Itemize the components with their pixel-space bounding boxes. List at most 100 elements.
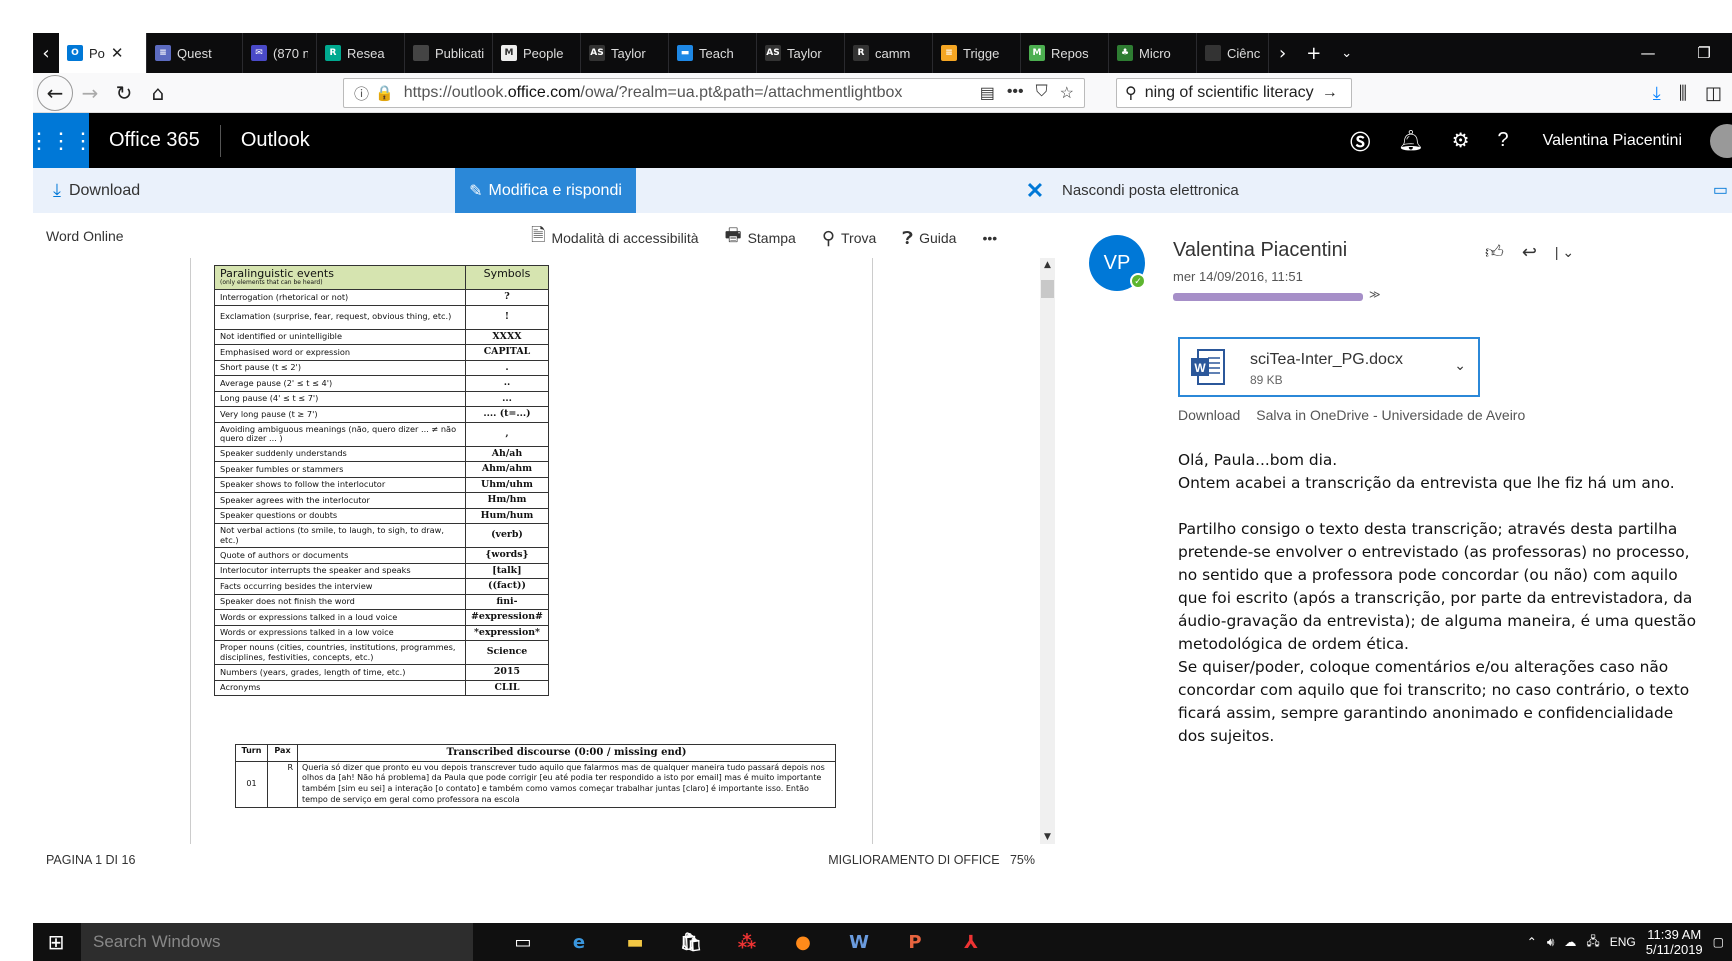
accessibility-mode-button[interactable]: 🗎 Modalità di accessibilità bbox=[531, 223, 699, 253]
reader-view-icon[interactable]: ▤ bbox=[980, 83, 995, 103]
attachment-card[interactable]: W sciTea-Inter_PG.docx 89 KB ⌄ bbox=[1178, 337, 1480, 397]
all-tabs-dropdown[interactable]: ⌄ bbox=[1331, 33, 1362, 73]
forward-button[interactable]: → bbox=[73, 76, 107, 110]
attachment-download-link[interactable]: Download bbox=[1178, 407, 1240, 423]
document-scrollbar[interactable]: ▲ ▼ bbox=[1040, 258, 1055, 844]
tab-2[interactable]: ✉ (870 n bbox=[243, 33, 317, 73]
find-button[interactable]: ⚲ Trova bbox=[822, 228, 876, 249]
url-bar[interactable]: ⓘ 🔒 https://outlook.office.com/owa/?real… bbox=[343, 78, 1085, 108]
home-button[interactable]: ⌂ bbox=[141, 76, 175, 110]
tab-scroll-right-button[interactable]: › bbox=[1269, 33, 1296, 73]
zoom-level[interactable]: 75% bbox=[1010, 853, 1035, 867]
taskbar-search-input[interactable]: Search Windows bbox=[81, 923, 473, 961]
more-options-button[interactable]: ••• bbox=[982, 230, 997, 246]
download-button[interactable]: ⤓ Download bbox=[53, 168, 140, 213]
tab-label: Trigge bbox=[963, 45, 1000, 61]
volume-icon[interactable]: 🔊︎ bbox=[1547, 935, 1555, 950]
symbol-cell: CAPITAL bbox=[465, 344, 549, 361]
symbol-cell: 2015 bbox=[465, 664, 549, 681]
show-hidden-icons-icon[interactable]: ⌃ bbox=[1527, 935, 1537, 949]
tab-12[interactable]: ♣ Micro bbox=[1109, 33, 1197, 73]
save-to-onedrive-link[interactable]: Salva in OneDrive - Universidade de Avei… bbox=[1256, 407, 1525, 423]
tab-7[interactable]: ▬ Teach bbox=[669, 33, 757, 73]
firefox-icon[interactable]: ● bbox=[775, 923, 831, 961]
sender-avatar[interactable]: VP ✓ bbox=[1089, 235, 1146, 291]
popout-icon[interactable]: ▭ bbox=[1713, 180, 1728, 200]
store-icon[interactable]: 🛍︎ bbox=[663, 923, 719, 961]
powerpoint-app-icon[interactable]: P bbox=[887, 923, 943, 961]
tab-scroll-left-button[interactable]: ‹ bbox=[33, 33, 59, 73]
user-name[interactable]: Valentina Piacentini bbox=[1543, 132, 1682, 150]
app-launcher-icon[interactable]: ⋮⋮⋮ bbox=[33, 113, 94, 168]
tab-6[interactable]: AS Taylor bbox=[581, 33, 669, 73]
minimize-button[interactable]: — bbox=[1620, 33, 1676, 73]
avatar[interactable] bbox=[1710, 123, 1732, 158]
attachment-name[interactable]: sciTea-Inter_PG.docx bbox=[1250, 351, 1403, 369]
attachment-menu-chevron-icon[interactable]: ⌄ bbox=[1454, 357, 1466, 374]
sidebar-icon[interactable]: ◫ bbox=[1705, 83, 1722, 104]
skype-icon[interactable]: Ⓢ bbox=[1350, 126, 1370, 155]
action-center-icon[interactable]: ▢ bbox=[1713, 935, 1724, 949]
hide-mail-button[interactable]: Nascondi posta elettronica bbox=[1062, 182, 1239, 199]
search-box[interactable]: ⚲ ning of scientific literacy → bbox=[1116, 78, 1352, 108]
bookmark-star-icon[interactable]: ☆ bbox=[1060, 83, 1074, 103]
sender-name[interactable]: Valentina Piacentini bbox=[1173, 239, 1347, 262]
tab-8[interactable]: AS Taylor bbox=[757, 33, 845, 73]
search-input[interactable]: ning of scientific literacy bbox=[1145, 84, 1314, 102]
tab-3[interactable]: R Resea bbox=[317, 33, 405, 73]
scroll-thumb[interactable] bbox=[1041, 280, 1054, 298]
office-brand[interactable]: Office 365 bbox=[89, 124, 221, 157]
app-icon-red[interactable]: ⁂ bbox=[719, 923, 775, 961]
tab-13[interactable]: Ciênc bbox=[1197, 33, 1269, 73]
word-app-icon[interactable]: W bbox=[831, 923, 887, 961]
acrobat-icon[interactable]: ⅄ bbox=[943, 923, 999, 961]
scroll-down-arrow-icon[interactable]: ▼ bbox=[1040, 832, 1055, 842]
edit-and-reply-button[interactable]: ✎ Modifica e rispondi bbox=[455, 168, 636, 213]
table-row: Interlocutor interrupts the speaker and … bbox=[214, 562, 549, 580]
windows-start-icon[interactable]: ⊞ bbox=[43, 929, 69, 955]
tab-label: Resea bbox=[347, 45, 385, 61]
library-icon[interactable]: ⫼ bbox=[1679, 83, 1687, 104]
reply-all-icon[interactable]: ↩ bbox=[1522, 242, 1537, 263]
task-view-icon[interactable]: ▭ bbox=[495, 923, 551, 961]
tab-1[interactable]: ≡ Quest bbox=[147, 33, 243, 73]
search-go-icon[interactable]: → bbox=[1322, 84, 1338, 102]
downloads-icon[interactable]: ⤓ bbox=[1653, 83, 1661, 104]
close-tab-icon[interactable]: ✕ bbox=[111, 44, 124, 62]
print-button[interactable]: 🖶 Stampa bbox=[725, 223, 796, 253]
tab-4[interactable]: Publicatio bbox=[405, 33, 493, 73]
notifications-bell-icon[interactable]: 🔔︎ bbox=[1398, 128, 1423, 153]
tab-0[interactable]: O Po ✕ bbox=[59, 33, 147, 73]
tab-9[interactable]: Rcamm bbox=[845, 33, 933, 73]
tab-11[interactable]: M Repos bbox=[1021, 33, 1109, 73]
pocket-icon[interactable]: ⛉ bbox=[1036, 83, 1048, 103]
onedrive-cloud-icon[interactable]: ☁ bbox=[1564, 935, 1576, 949]
tab-10[interactable]: ≡ Trigge bbox=[933, 33, 1021, 73]
paragraph-3: Se quiser/poder, coloque comentários e/o… bbox=[1178, 658, 1690, 745]
edge-icon[interactable]: e bbox=[551, 923, 607, 961]
scroll-up-arrow-icon[interactable]: ▲ bbox=[1040, 260, 1055, 270]
reload-button[interactable]: ↻ bbox=[107, 76, 141, 110]
app-name[interactable]: Outlook bbox=[221, 129, 310, 152]
new-tab-button[interactable]: + bbox=[1296, 33, 1331, 73]
document-viewer[interactable]: Paralinguistic events (only elements that… bbox=[33, 258, 1040, 844]
restore-button[interactable]: ❐ bbox=[1676, 33, 1732, 73]
more-actions-chevron-icon[interactable]: | ⌄ bbox=[1555, 244, 1574, 261]
improve-office-link[interactable]: MIGLIORAMENTO DI OFFICE bbox=[828, 853, 999, 867]
tab-5[interactable]: M People bbox=[493, 33, 581, 73]
clock[interactable]: 11:39 AM 5/11/2019 bbox=[1646, 927, 1703, 957]
page-actions-icon[interactable]: ••• bbox=[1007, 83, 1024, 103]
like-icon[interactable]: 👍︎ bbox=[1485, 241, 1504, 263]
url-text[interactable]: https://outlook.office.com/owa/?realm=ua… bbox=[404, 84, 980, 102]
pax-header: Pax bbox=[267, 744, 298, 762]
back-button[interactable]: ← bbox=[37, 74, 73, 111]
close-preview-icon[interactable]: ✕ bbox=[1015, 168, 1055, 213]
network-icon[interactable]: 🖧 bbox=[1586, 932, 1599, 953]
help-question-icon[interactable]: ? bbox=[1498, 129, 1509, 152]
file-explorer-icon[interactable]: ▬ bbox=[607, 923, 663, 961]
settings-gear-icon[interactable]: ⚙ bbox=[1452, 128, 1470, 153]
help-button[interactable]: ❓︎ Guida bbox=[902, 228, 956, 249]
info-icon[interactable]: ⓘ bbox=[354, 83, 369, 104]
expand-recipients-icon[interactable]: ≫ bbox=[1369, 288, 1381, 301]
language-indicator[interactable]: ENG bbox=[1610, 935, 1636, 949]
